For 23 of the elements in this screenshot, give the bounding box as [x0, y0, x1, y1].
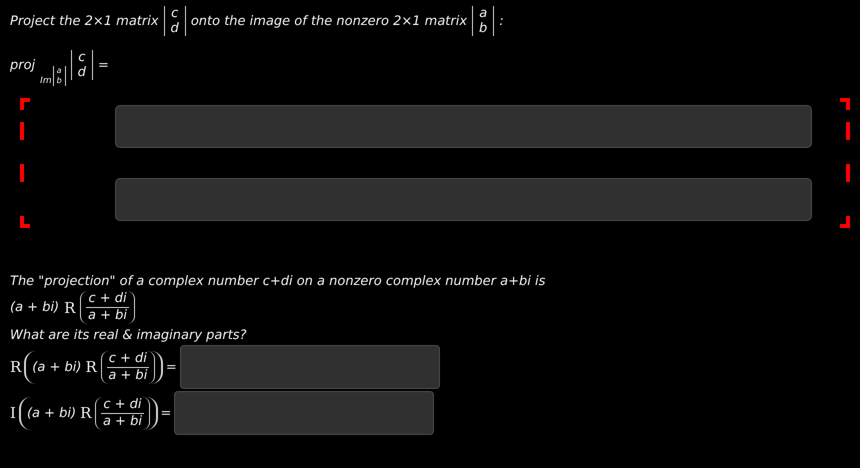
input-field[interactable] [115, 105, 812, 148]
fraction: c + di a + bi [80, 291, 135, 324]
matrix: c d [70, 50, 93, 80]
prompt-text: onto the image of the nonzero 2×1 matrix [190, 14, 468, 28]
proj-operator: proj [10, 58, 36, 72]
input-field[interactable] [174, 391, 434, 435]
intro-text: The "projection" of a complex number c+di on a nonzero complex number a+bi is [10, 274, 546, 289]
matrix: a b [472, 6, 494, 36]
input-field[interactable] [180, 345, 440, 389]
equals-sign: = [98, 58, 109, 72]
subscript-matrix: a b [52, 66, 66, 86]
factor: (a + bi) [10, 300, 60, 315]
equals-sign: = [160, 406, 172, 420]
subscript: Im [40, 76, 52, 86]
matrix: c d [164, 6, 186, 36]
part-operator: R [10, 358, 22, 376]
equals-sign: = [166, 360, 177, 374]
question-text: What are its real & imaginary parts? [10, 328, 248, 343]
part-operator: I [10, 404, 16, 422]
colon: : [499, 14, 504, 28]
input-field[interactable] [115, 178, 812, 221]
prompt-text: Project the 2×1 matrix [10, 14, 159, 28]
real-operator: R [64, 298, 76, 316]
